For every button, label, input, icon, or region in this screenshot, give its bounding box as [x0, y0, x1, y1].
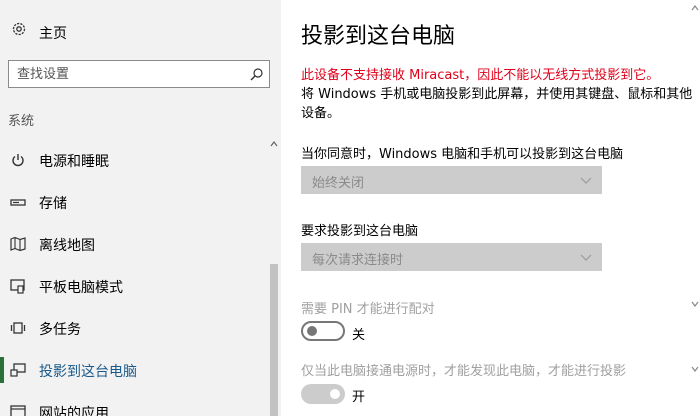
home-label: 主页 — [39, 26, 67, 42]
apps-for-websites-icon — [10, 405, 26, 416]
scrollbar-thumb[interactable] — [270, 264, 278, 416]
section-header: 系统 — [8, 114, 35, 129]
page-title: 投影到这台电脑 — [301, 24, 456, 49]
chevron-down-icon — [580, 177, 592, 184]
scroll-up-icon[interactable] — [691, 4, 699, 12]
sidebar-item-multitasking[interactable]: 多任务 — [0, 307, 265, 349]
power-icon — [12, 154, 24, 167]
power-toggle-state: 开 — [352, 390, 366, 405]
request-dropdown[interactable]: 每次请求连接时 — [301, 243, 602, 271]
sidebar-item-label: 投影到这台电脑 — [39, 364, 137, 380]
tablet-mode-icon — [10, 279, 25, 294]
sidebar-item-apps-for-websites[interactable]: 网站的应用 — [0, 391, 265, 416]
search-box[interactable] — [8, 60, 270, 88]
main-content: 投影到这台电脑 此设备不支持接收 Miracast，因此不能以无线方式投影到它。… — [281, 0, 700, 416]
sidebar-item-label: 离线地图 — [39, 238, 95, 254]
gear-icon — [12, 22, 26, 36]
sidebar: 主页 系统 电源和睡眠 存储 离线地图 — [0, 0, 281, 416]
storage-icon — [10, 199, 26, 206]
project-icon — [10, 363, 26, 377]
power-toggle[interactable] — [301, 384, 345, 404]
pin-toggle[interactable] — [301, 321, 345, 341]
scroll-up-icon[interactable] — [270, 140, 278, 148]
power-setting-label: 仅当此电脑接通电源时，才能发现此电脑，才能进行投影 — [301, 364, 627, 379]
sidebar-item-storage[interactable]: 存储 — [0, 181, 265, 223]
search-icon[interactable] — [250, 68, 263, 81]
sidebar-item-offline-maps[interactable]: 离线地图 — [0, 223, 265, 265]
scroll-down-icon[interactable] — [691, 300, 699, 308]
sidebar-scrollbar[interactable] — [269, 140, 278, 416]
warning-text: 此设备不支持接收 Miracast，因此不能以无线方式投影到它。 — [301, 68, 660, 83]
setting-label: 要求投影到这台电脑 — [301, 224, 419, 239]
availability-dropdown[interactable]: 始终关闭 — [301, 166, 602, 194]
toggle-knob — [307, 326, 317, 336]
dropdown-value: 每次请求连接时 — [312, 253, 404, 268]
pin-toggle-state: 关 — [352, 328, 366, 343]
map-icon — [10, 236, 26, 252]
description-text: 将 Windows 手机或电脑投影到此屏幕，并使用其键盘、鼠标和其他设备。 — [301, 87, 693, 121]
sidebar-item-label: 存储 — [39, 196, 67, 212]
pin-setting-label: 需要 PIN 才能进行配对 — [301, 302, 435, 317]
sidebar-item-home[interactable]: 主页 — [0, 12, 281, 54]
sidebar-item-label: 多任务 — [39, 322, 81, 338]
multitasking-icon — [10, 322, 26, 334]
setting-label: 当你同意时，Windows 电脑和手机可以投影到这台电脑 — [301, 147, 624, 162]
sidebar-item-power-sleep[interactable]: 电源和睡眠 — [0, 139, 265, 181]
scroll-down-icon[interactable] — [691, 365, 699, 373]
dropdown-value: 始终关闭 — [312, 176, 365, 191]
main-scrollbar[interactable] — [690, 0, 700, 416]
sidebar-item-tablet-mode[interactable]: 平板电脑模式 — [0, 265, 265, 307]
sidebar-item-label: 网站的应用 — [39, 406, 109, 416]
sidebar-item-label: 电源和睡眠 — [39, 154, 109, 170]
chevron-down-icon — [580, 254, 592, 261]
sidebar-item-project-to-pc[interactable]: 投影到这台电脑 — [0, 349, 265, 391]
sidebar-item-label: 平板电脑模式 — [39, 280, 123, 296]
toggle-knob — [330, 389, 340, 399]
active-indicator — [0, 357, 4, 383]
search-input[interactable] — [17, 64, 237, 84]
